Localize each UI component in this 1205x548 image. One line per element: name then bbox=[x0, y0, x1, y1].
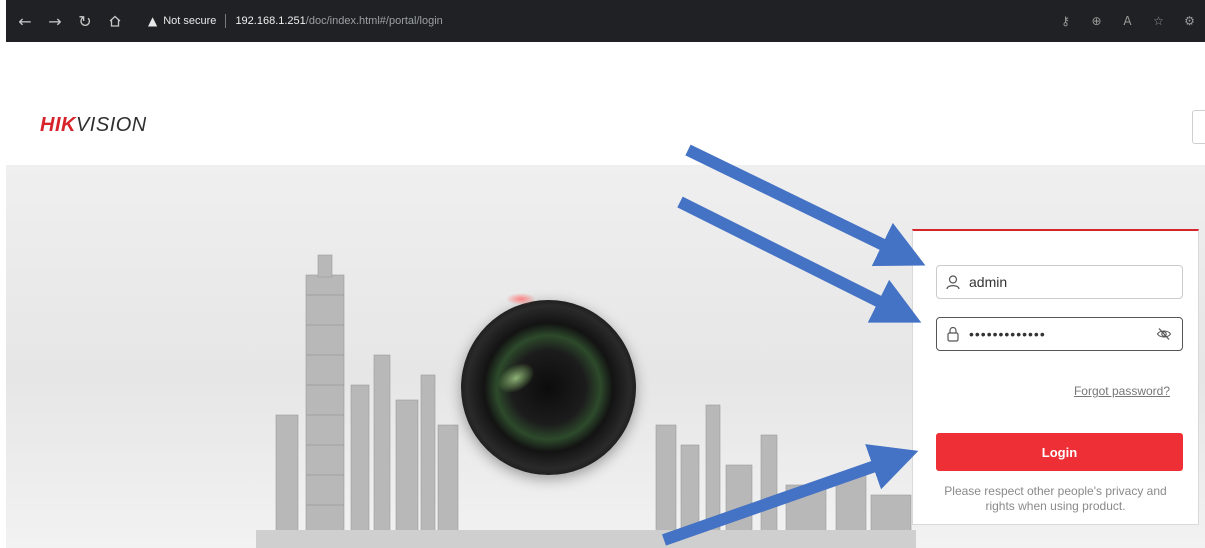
language-selector[interactable] bbox=[1192, 110, 1205, 144]
not-secure-label[interactable]: Not secure bbox=[163, 15, 216, 27]
password-field[interactable]: ••••••••••••• bbox=[936, 317, 1183, 351]
back-icon[interactable]: ← bbox=[10, 0, 40, 42]
login-button[interactable]: Login bbox=[936, 433, 1183, 471]
password-value[interactable]: ••••••••••••• bbox=[969, 326, 1046, 342]
zoom-icon[interactable]: ⊕ bbox=[1081, 14, 1112, 28]
username-value[interactable]: admin bbox=[969, 274, 1007, 290]
home-icon[interactable] bbox=[100, 0, 130, 42]
url-host: 192.168.1.251 bbox=[235, 15, 306, 27]
refresh-icon[interactable]: ↻ bbox=[70, 0, 100, 42]
browser-actions: ⚷ ⊕ A ☆ ⚙ bbox=[1050, 0, 1205, 42]
key-icon[interactable]: ⚷ bbox=[1050, 14, 1081, 28]
page: ← → ↻ ▲ Not secure 192.168.1.251/doc/ind… bbox=[0, 0, 1205, 548]
username-field[interactable]: admin bbox=[936, 265, 1183, 299]
privacy-line-1: Please respect other people's privacy an… bbox=[944, 484, 1167, 498]
privacy-notice: Please respect other people's privacy an… bbox=[913, 484, 1198, 514]
warning-icon[interactable]: ▲ bbox=[148, 14, 157, 28]
eye-hidden-icon[interactable] bbox=[1156, 326, 1172, 347]
privacy-line-2: rights when using product. bbox=[985, 499, 1126, 513]
browser-toolbar: ← → ↻ ▲ Not secure 192.168.1.251/doc/ind… bbox=[6, 0, 1205, 42]
camera-lens-image bbox=[461, 300, 636, 475]
login-panel: admin ••••••••••••• Forgot password? Log… bbox=[912, 229, 1199, 525]
extensions-icon[interactable]: ⚙ bbox=[1174, 14, 1205, 28]
lock-icon bbox=[937, 326, 969, 342]
forgot-password-link[interactable]: Forgot password? bbox=[1074, 384, 1170, 398]
hikvision-logo: HIKVISION bbox=[40, 114, 147, 136]
user-icon bbox=[937, 274, 969, 290]
favorite-icon[interactable]: ☆ bbox=[1143, 14, 1174, 28]
address-separator bbox=[225, 14, 227, 28]
lens-flare bbox=[506, 293, 536, 305]
forward-icon[interactable]: → bbox=[40, 0, 70, 42]
address-bar[interactable]: ▲ Not secure 192.168.1.251/doc/index.htm… bbox=[144, 7, 1184, 35]
read-aloud-icon[interactable]: A bbox=[1112, 14, 1143, 28]
url-path: /doc/index.html#/portal/login bbox=[305, 15, 443, 27]
